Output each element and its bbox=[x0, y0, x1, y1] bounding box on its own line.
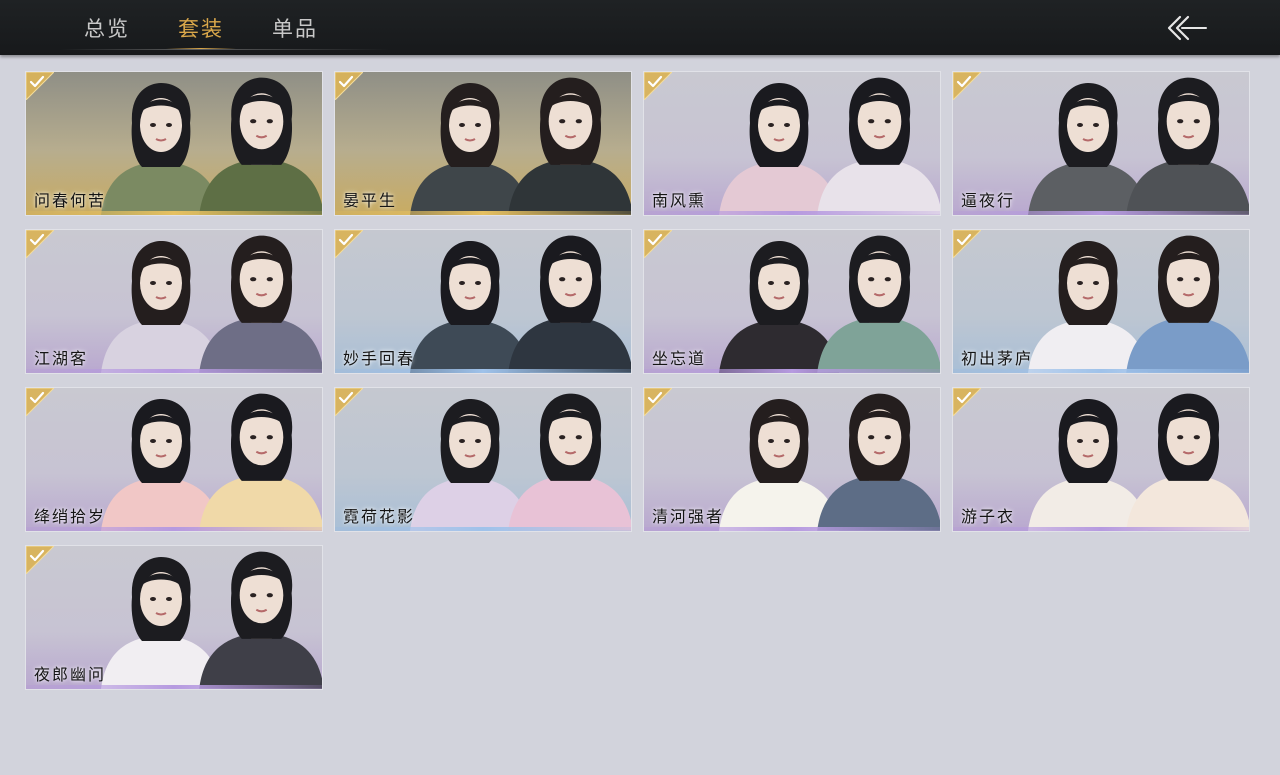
rarity-glow bbox=[26, 369, 322, 373]
outfit-name: 霓荷花影 bbox=[343, 507, 416, 526]
owned-check-icon bbox=[26, 388, 54, 416]
owned-check-icon bbox=[26, 72, 54, 100]
character-portrait-male bbox=[508, 393, 631, 531]
character-portrait-male bbox=[1126, 77, 1249, 215]
tab-overview[interactable]: 总览 bbox=[60, 0, 154, 55]
outfit-name: 游子衣 bbox=[961, 507, 1016, 526]
outfit-name: 夜郎幽问 bbox=[34, 665, 107, 684]
rarity-glow bbox=[953, 369, 1249, 373]
character-portrait-male bbox=[199, 551, 322, 689]
tab-divider bbox=[60, 49, 390, 50]
character-portrait-male bbox=[817, 235, 940, 373]
rarity-glow bbox=[335, 369, 631, 373]
character-portrait-male bbox=[508, 235, 631, 373]
outfit-name: 问春何苦 bbox=[34, 191, 107, 210]
rarity-glow bbox=[335, 527, 631, 531]
character-portrait-male bbox=[817, 77, 940, 215]
owned-check-icon bbox=[644, 230, 672, 258]
rarity-glow bbox=[26, 527, 322, 531]
top-navigation-bar: 总览 套装 单品 bbox=[0, 0, 1280, 55]
back-arrow-icon[interactable] bbox=[1166, 14, 1210, 42]
outfit-grid: 问春何苦 晏平生 南风熏 逼夜行江湖客 妙手回春 坐忘道 初出茅庐绛绡拾岁 霓荷花影 清河强者 游… bbox=[25, 71, 1250, 690]
owned-check-icon bbox=[644, 72, 672, 100]
outfit-name: 妙手回春 bbox=[343, 349, 416, 368]
outfit-name: 清河强者 bbox=[652, 507, 725, 526]
outfit-card[interactable]: 江湖客 bbox=[25, 229, 323, 374]
outfit-name: 初出茅庐 bbox=[961, 349, 1034, 368]
rarity-glow bbox=[644, 369, 940, 373]
owned-check-icon bbox=[644, 388, 672, 416]
owned-check-icon bbox=[335, 388, 363, 416]
owned-check-icon bbox=[953, 230, 981, 258]
character-portrait-male bbox=[1126, 235, 1249, 373]
outfit-card[interactable]: 晏平生 bbox=[334, 71, 632, 216]
character-portrait-male bbox=[508, 77, 631, 215]
outfit-card[interactable]: 坐忘道 bbox=[643, 229, 941, 374]
character-portrait-male bbox=[199, 77, 322, 215]
outfit-name: 坐忘道 bbox=[652, 349, 707, 368]
owned-check-icon bbox=[953, 388, 981, 416]
rarity-glow bbox=[26, 211, 322, 215]
outfit-name: 绛绡拾岁 bbox=[34, 507, 107, 526]
character-portrait-male bbox=[817, 393, 940, 531]
owned-check-icon bbox=[335, 72, 363, 100]
tab-items[interactable]: 单品 bbox=[248, 0, 342, 55]
outfit-card[interactable]: 南风熏 bbox=[643, 71, 941, 216]
owned-check-icon bbox=[26, 546, 54, 574]
character-portrait-male bbox=[199, 235, 322, 373]
outfit-card[interactable]: 妙手回春 bbox=[334, 229, 632, 374]
outfit-name: 逼夜行 bbox=[961, 191, 1016, 210]
outfit-card[interactable]: 夜郎幽问 bbox=[25, 545, 323, 690]
rarity-glow bbox=[953, 527, 1249, 531]
outfit-card[interactable]: 初出茅庐 bbox=[952, 229, 1250, 374]
rarity-glow bbox=[335, 211, 631, 215]
rarity-glow bbox=[644, 527, 940, 531]
outfit-name: 晏平生 bbox=[343, 191, 398, 210]
owned-check-icon bbox=[26, 230, 54, 258]
character-portrait-male bbox=[1126, 393, 1249, 531]
rarity-glow bbox=[26, 685, 322, 689]
outfit-card[interactable]: 游子衣 bbox=[952, 387, 1250, 532]
outfit-card[interactable]: 霓荷花影 bbox=[334, 387, 632, 532]
tab-outfits[interactable]: 套装 bbox=[154, 0, 248, 55]
owned-check-icon bbox=[335, 230, 363, 258]
outfit-card[interactable]: 逼夜行 bbox=[952, 71, 1250, 216]
owned-check-icon bbox=[953, 72, 981, 100]
outfit-name: 江湖客 bbox=[34, 349, 89, 368]
outfit-card[interactable]: 清河强者 bbox=[643, 387, 941, 532]
category-tabs: 总览 套装 单品 bbox=[60, 0, 342, 55]
outfit-name: 南风熏 bbox=[652, 191, 707, 210]
outfit-card[interactable]: 问春何苦 bbox=[25, 71, 323, 216]
rarity-glow bbox=[953, 211, 1249, 215]
rarity-glow bbox=[644, 211, 940, 215]
outfit-card[interactable]: 绛绡拾岁 bbox=[25, 387, 323, 532]
character-portrait-male bbox=[199, 393, 322, 531]
